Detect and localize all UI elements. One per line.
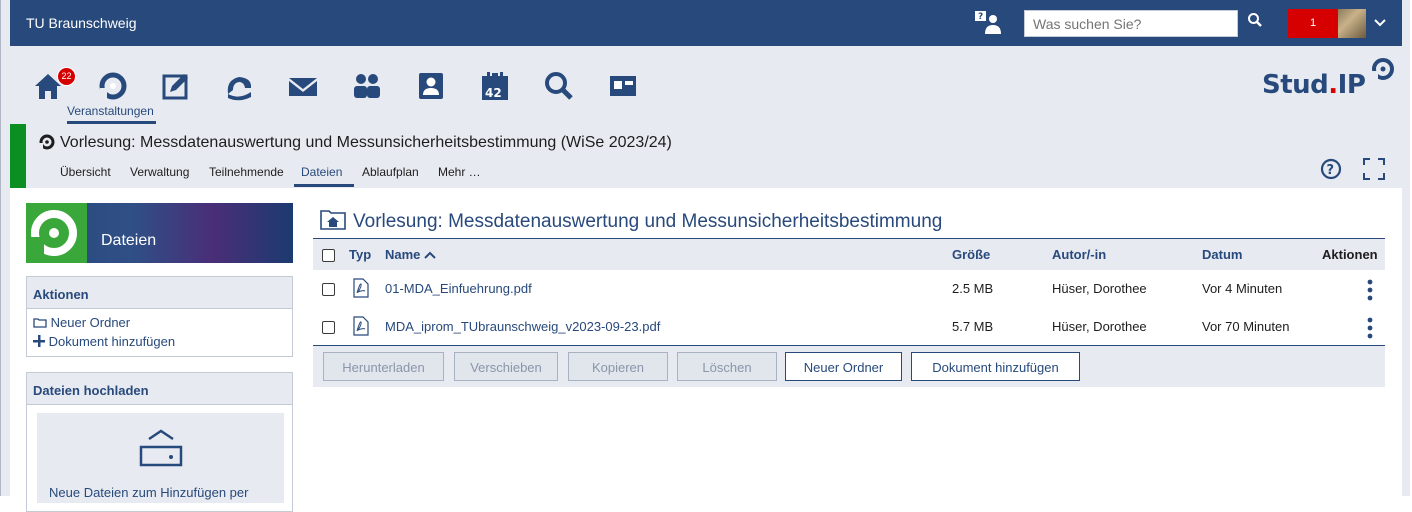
file-name-link[interactable]: 01-MDA_Einfuehrung.pdf bbox=[385, 281, 532, 296]
mail-icon[interactable] bbox=[287, 70, 319, 102]
file-date: Vor 4 Minuten bbox=[1202, 281, 1283, 296]
tab-files[interactable]: Dateien bbox=[301, 165, 342, 179]
more-actions-icon[interactable] bbox=[1367, 279, 1373, 306]
table-header: Typ Name Größe Autor/-in Datum Aktionen bbox=[313, 238, 1385, 271]
left-gutter bbox=[1, 0, 10, 496]
tab-schedule[interactable]: Ablaufplan bbox=[362, 165, 419, 179]
select-all-checkbox[interactable] bbox=[322, 249, 335, 262]
column-date[interactable]: Datum bbox=[1202, 247, 1242, 262]
avatar[interactable] bbox=[1338, 9, 1366, 38]
notification-badge[interactable]: 1 bbox=[1288, 9, 1338, 38]
column-type: Typ bbox=[349, 247, 372, 262]
file-name-link[interactable]: MDA_iprom_TUbraunschweig_v2023-09-23.pdf bbox=[385, 319, 660, 334]
file-size: 5.7 MB bbox=[952, 319, 994, 334]
action-new-folder-label: Neuer Ordner bbox=[50, 315, 131, 330]
pdf-file-icon[interactable] bbox=[353, 278, 369, 303]
upload-text: Neue Dateien zum Hinzufügen per bbox=[49, 485, 249, 500]
calendar-icon[interactable]: 42 bbox=[479, 70, 511, 102]
column-actions: Aktionen bbox=[1322, 247, 1378, 262]
column-name[interactable]: Name bbox=[385, 247, 436, 262]
delete-button[interactable]: Löschen bbox=[677, 352, 777, 381]
folder-home-icon bbox=[320, 208, 346, 235]
svg-text:?: ? bbox=[978, 12, 983, 22]
svg-text:42: 42 bbox=[485, 86, 502, 100]
file-date: Vor 70 Minuten bbox=[1202, 319, 1290, 334]
search-icon[interactable] bbox=[1247, 12, 1263, 33]
actions-widget: Aktionen Neuer Ordner Dokument hinzufüge… bbox=[26, 276, 293, 357]
chevron-down-icon[interactable] bbox=[1373, 16, 1387, 34]
right-gutter bbox=[1402, 0, 1410, 496]
move-button[interactable]: Verschieben bbox=[454, 352, 558, 381]
file-author: Hüser, Dorothee bbox=[1052, 319, 1147, 334]
upload-widget-title: Dateien hochladen bbox=[27, 373, 292, 405]
institution-name[interactable]: TU Braunschweig bbox=[26, 15, 137, 31]
profile-icon[interactable] bbox=[415, 70, 447, 102]
table-footer: Herunterladen Verschieben Kopieren Lösch… bbox=[313, 345, 1385, 387]
home-badge: 22 bbox=[57, 67, 76, 86]
action-add-document[interactable]: Dokument hinzufügen bbox=[33, 334, 175, 349]
svg-text:?: ? bbox=[1327, 163, 1335, 178]
tools-icon[interactable] bbox=[607, 70, 639, 102]
upload-dropzone[interactable]: Neue Dateien zum Hinzufügen per bbox=[37, 413, 284, 503]
actions-widget-title: Aktionen bbox=[27, 277, 292, 309]
course-color-marker bbox=[10, 124, 26, 188]
help-icon[interactable]: ? bbox=[1320, 158, 1342, 185]
file-author: Hüser, Dorothee bbox=[1052, 281, 1147, 296]
active-tab-indicator bbox=[294, 184, 354, 187]
main-navigation: 22 Veranstaltungen 42 Stud.IP bbox=[10, 46, 1402, 124]
search-input[interactable] bbox=[1024, 10, 1238, 37]
table-row[interactable]: 01-MDA_Einfuehrung.pdf 2.5 MB Hüser, Dor… bbox=[313, 270, 1385, 309]
fullscreen-icon[interactable] bbox=[1363, 158, 1385, 185]
table-row[interactable]: MDA_iprom_TUbraunschweig_v2023-09-23.pdf… bbox=[313, 308, 1385, 347]
messages-board-icon[interactable] bbox=[160, 70, 192, 102]
course-context-bar: Vorlesung: Messdatenauswertung und Messu… bbox=[10, 124, 1402, 188]
nav-label-courses[interactable]: Veranstaltungen bbox=[67, 104, 154, 118]
search-nav-icon[interactable] bbox=[543, 70, 575, 102]
new-folder-button[interactable]: Neuer Ordner bbox=[785, 352, 902, 381]
people-icon[interactable] bbox=[351, 70, 383, 102]
download-button[interactable]: Herunterladen bbox=[323, 352, 444, 381]
file-size: 2.5 MB bbox=[952, 281, 994, 296]
top-bar: TU Braunschweig ? 1 bbox=[10, 0, 1402, 46]
sidebar-header: Dateien bbox=[26, 203, 293, 263]
column-author[interactable]: Autor/-in bbox=[1052, 247, 1106, 262]
tab-overview[interactable]: Übersicht bbox=[60, 165, 111, 179]
action-new-folder[interactable]: Neuer Ordner bbox=[33, 315, 130, 330]
sidebar-title: Dateien bbox=[101, 232, 157, 249]
upload-icon bbox=[139, 429, 183, 467]
tab-more[interactable]: Mehr … bbox=[438, 165, 481, 179]
community-icon[interactable] bbox=[223, 70, 255, 102]
sort-ascending-icon bbox=[424, 251, 436, 259]
action-add-document-label: Dokument hinzufügen bbox=[48, 334, 176, 349]
tab-participants[interactable]: Teilnehmende bbox=[209, 165, 284, 179]
add-document-button[interactable]: Dokument hinzufügen bbox=[911, 352, 1080, 381]
contact-help-icon[interactable]: ? bbox=[974, 10, 1004, 41]
upload-widget: Dateien hochladen Neue Dateien zum Hinzu… bbox=[26, 372, 293, 512]
column-size[interactable]: Größe bbox=[952, 247, 990, 262]
row-checkbox[interactable] bbox=[322, 283, 335, 296]
course-title: Vorlesung: Messdatenauswertung und Messu… bbox=[60, 134, 672, 151]
studip-logo[interactable]: Stud.IP bbox=[1262, 58, 1394, 100]
sidebar-logo bbox=[26, 203, 87, 263]
tab-management[interactable]: Verwaltung bbox=[130, 165, 189, 179]
courses-icon[interactable] bbox=[97, 70, 129, 102]
pdf-file-icon[interactable] bbox=[353, 316, 369, 341]
course-icon bbox=[38, 133, 56, 156]
more-actions-icon[interactable] bbox=[1367, 317, 1373, 344]
copy-button[interactable]: Kopieren bbox=[568, 352, 668, 381]
folder-title: Vorlesung: Messdatenauswertung und Messu… bbox=[353, 211, 943, 232]
row-checkbox[interactable] bbox=[322, 321, 335, 334]
